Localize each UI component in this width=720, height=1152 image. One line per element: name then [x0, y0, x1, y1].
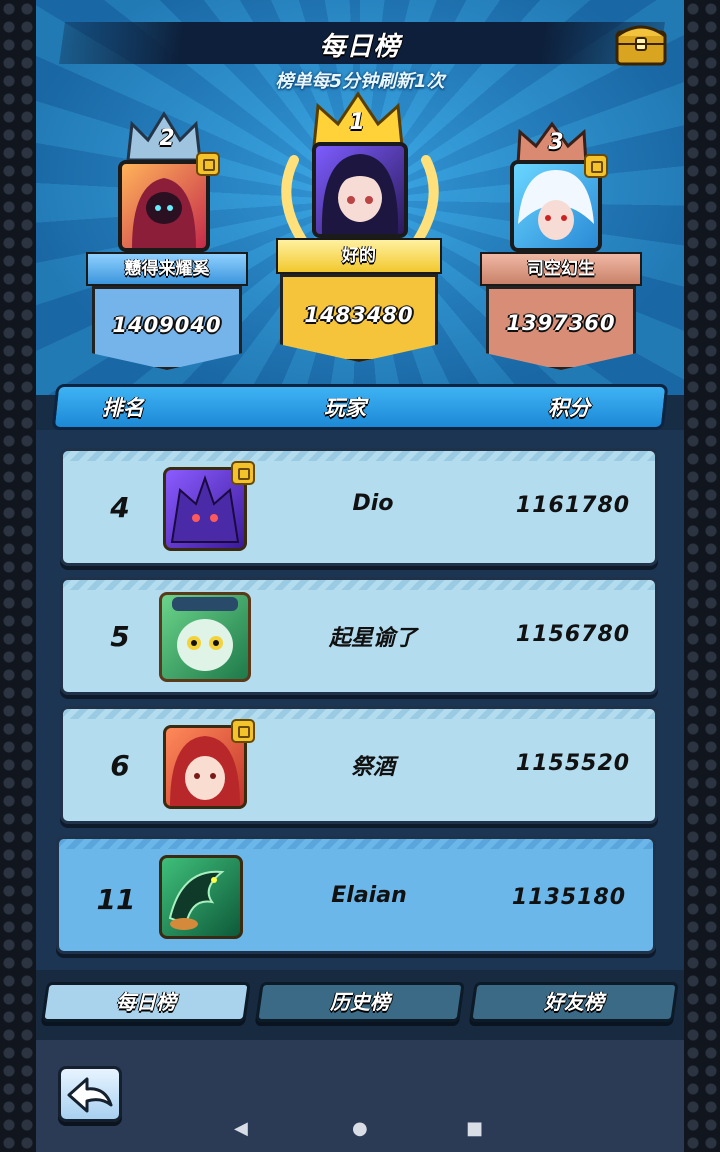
podium-score-box: 1483480 [280, 274, 438, 362]
owl-avatar-icon [172, 597, 238, 671]
verified-badge-icon [196, 152, 220, 176]
verified-badge-icon [584, 154, 608, 178]
tab-history-label: 历史榜 [330, 990, 390, 1014]
avatar[interactable] [159, 592, 251, 682]
row-score: 1161780 [515, 493, 631, 518]
nav-home-button[interactable]: ● [352, 1118, 368, 1139]
nav-back-button[interactable]: ◀ [234, 1118, 248, 1139]
row-score: 1135180 [511, 885, 627, 910]
right-border [684, 0, 720, 1152]
nav-recents-button[interactable]: ■ [466, 1118, 483, 1139]
row-rank: 11 [96, 883, 136, 916]
tab-friends-label: 好友榜 [544, 990, 604, 1014]
verified-badge-icon [231, 719, 255, 743]
avatar[interactable] [159, 855, 243, 939]
podium-name: 戆得来耀奚 [86, 252, 248, 286]
podium-score: 1409040 [112, 313, 222, 337]
hooded-avatar-icon [132, 178, 196, 248]
table-row[interactable]: 5 起星谕了 1156780 [60, 577, 658, 695]
column-score-label: 积分 [548, 396, 590, 420]
podium-rank: 2 [159, 126, 175, 151]
podium-third[interactable]: 3 司空幻生 1397360 [476, 120, 646, 380]
page-title: 每日榜 [319, 32, 401, 62]
dark-hair-avatar-icon [321, 154, 399, 234]
podium-first[interactable]: 1 好的 1483480 [270, 90, 450, 370]
verified-badge-icon [231, 461, 255, 485]
row-rank: 5 [110, 620, 130, 653]
current-player-row[interactable]: 11 Elaian 1135180 [56, 836, 656, 954]
row-score: 1155520 [515, 751, 631, 776]
avatar[interactable] [312, 142, 408, 238]
back-arrow-icon [67, 1077, 113, 1113]
row-score: 1156780 [515, 622, 631, 647]
tab-daily-label: 每日榜 [116, 990, 176, 1014]
treasure-chest-icon[interactable] [614, 18, 668, 68]
podium-score: 1483480 [304, 303, 414, 327]
row-rank: 6 [110, 749, 130, 782]
podium-name: 好的 [276, 238, 442, 274]
podium-name: 司空幻生 [480, 252, 642, 286]
table-row[interactable]: 4 Dio 1161780 [60, 448, 658, 566]
dragon-avatar-icon [168, 870, 225, 930]
podium-score-box: 1397360 [486, 286, 636, 370]
table-row[interactable]: 6 祭酒 1155520 [60, 706, 658, 824]
row-player-name: Elaian [331, 883, 407, 908]
podium-score-box: 1409040 [92, 286, 242, 370]
row-rank: 4 [110, 491, 130, 524]
row-player-name: 祭酒 [350, 755, 395, 780]
column-rank-label: 排名 [102, 396, 144, 420]
leaderboard-screen: 每日榜 榜单每5分钟刷新1次 2 戆得来耀奚 1409040 1 好的 1483… [36, 0, 684, 1152]
podium-second[interactable]: 2 戆得来耀奚 1409040 [86, 110, 256, 380]
row-player-name: 起星谕了 [328, 626, 417, 651]
column-player-label: 玩家 [324, 396, 366, 420]
podium-rank: 3 [548, 130, 564, 155]
row-player-name: Dio [352, 491, 394, 516]
podium-rank: 1 [349, 110, 365, 135]
back-button[interactable] [58, 1066, 122, 1122]
podium-score: 1397360 [506, 311, 616, 335]
left-border [0, 0, 36, 1152]
